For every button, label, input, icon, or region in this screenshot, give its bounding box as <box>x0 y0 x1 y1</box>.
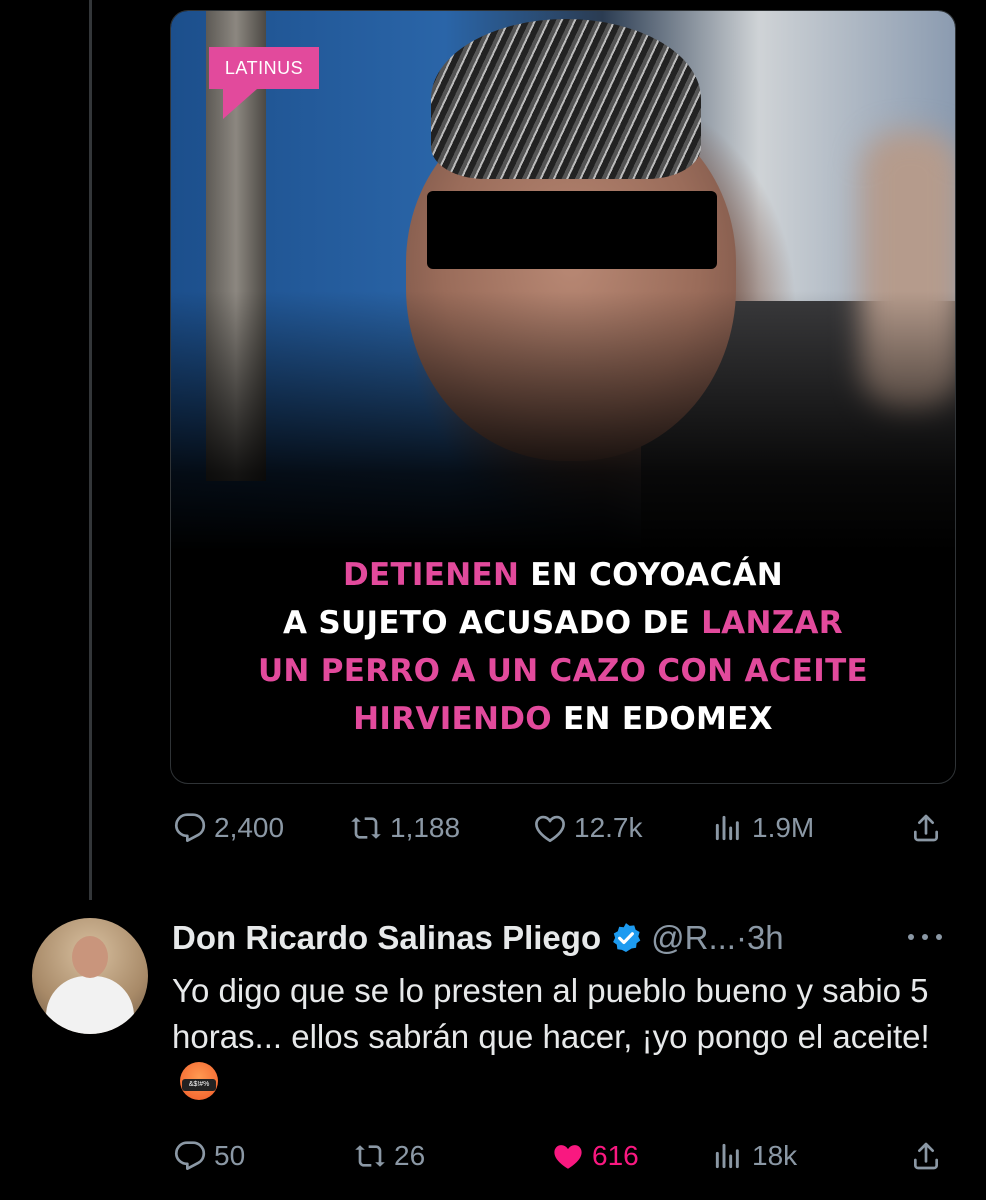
reply-icon <box>174 1141 206 1170</box>
avatar[interactable] <box>32 918 148 1034</box>
repost-icon <box>351 817 381 839</box>
like-icon <box>535 815 565 843</box>
headline-line-1: DETIENEN EN COYOACÁN <box>171 551 955 599</box>
repost-button[interactable]: 26 <box>354 1136 425 1176</box>
views-icon <box>715 815 739 841</box>
headline-line-4: HIRVIENDO EN EDOMEX <box>171 695 955 743</box>
reply-button[interactable]: 50 <box>174 1136 245 1176</box>
enraged-face-emoji-icon <box>180 1062 218 1100</box>
like-button[interactable]: 616 <box>552 1136 639 1176</box>
headline-segment: LANZAR <box>701 605 843 641</box>
headline-line-2: A SUJETO ACUSADO DE LANZAR <box>171 599 955 647</box>
reply-count: 2,400 <box>214 812 285 843</box>
headline-segment: DETIENEN <box>342 557 520 593</box>
reply-icon <box>174 813 206 842</box>
repost-icon <box>355 1145 385 1167</box>
reply-text: Yo digo que se lo presten al pueblo buen… <box>172 972 930 1055</box>
verified-badge-icon <box>613 923 641 953</box>
headline-segment: EN EDOMEX <box>551 701 773 737</box>
reply-timestamp[interactable]: 3h <box>747 919 784 957</box>
repost-count: 1,188 <box>390 812 461 843</box>
reply-header: Don Ricardo Salinas Pliego @R... · 3h <box>172 916 784 960</box>
thread-connector-line <box>89 0 92 900</box>
headline-line-3: UN PERRO A UN CAZO CON ACEITE <box>171 647 955 695</box>
post-media-card[interactable]: LATINUS DETIENEN EN COYOACÁN A SUJETO AC… <box>170 10 956 784</box>
views-count: 18k <box>752 1140 798 1171</box>
reply-action-bar: 50 26 616 18k <box>0 1136 986 1176</box>
reply-body: Yo digo que se lo presten al pueblo buen… <box>172 968 962 1106</box>
headline-segment: HIRVIENDO <box>353 701 552 737</box>
reply-author-name[interactable]: Don Ricardo Salinas Pliego <box>172 919 601 957</box>
brand-label: LATINUS <box>224 58 304 78</box>
like-count: 616 <box>592 1140 639 1171</box>
more-icon[interactable] <box>902 922 948 952</box>
like-button[interactable]: 12.7k <box>534 808 643 848</box>
separator-dot: · <box>735 919 747 956</box>
views-count: 1.9M <box>752 812 815 843</box>
share-button[interactable] <box>910 808 950 848</box>
share-button[interactable] <box>910 1136 950 1176</box>
censor-bar <box>427 191 717 269</box>
headline: DETIENEN EN COYOACÁN A SUJETO ACUSADO DE… <box>171 551 955 743</box>
brand-tag: LATINUS <box>209 47 319 119</box>
like-count: 12.7k <box>574 812 643 843</box>
views-button[interactable]: 18k <box>712 1136 797 1176</box>
post-photo <box>171 11 955 551</box>
post-action-bar: 2,400 1,188 12.7k 1.9M <box>0 808 986 848</box>
reply-count: 50 <box>214 1140 246 1171</box>
repost-count: 26 <box>394 1140 426 1171</box>
repost-button[interactable]: 1,188 <box>350 808 460 848</box>
reply-button[interactable]: 2,400 <box>174 808 284 848</box>
views-icon <box>715 1143 739 1169</box>
share-icon <box>914 1142 938 1170</box>
headline-segment: A SUJETO ACUSADO DE <box>283 605 702 641</box>
share-icon <box>914 814 938 842</box>
like-icon <box>554 1145 582 1169</box>
views-button[interactable]: 1.9M <box>712 808 814 848</box>
reply-author-handle[interactable]: @R... <box>651 919 736 957</box>
headline-segment: UN PERRO A UN CAZO CON ACEITE <box>257 653 869 689</box>
headline-segment: EN COYOACÁN <box>519 557 784 593</box>
